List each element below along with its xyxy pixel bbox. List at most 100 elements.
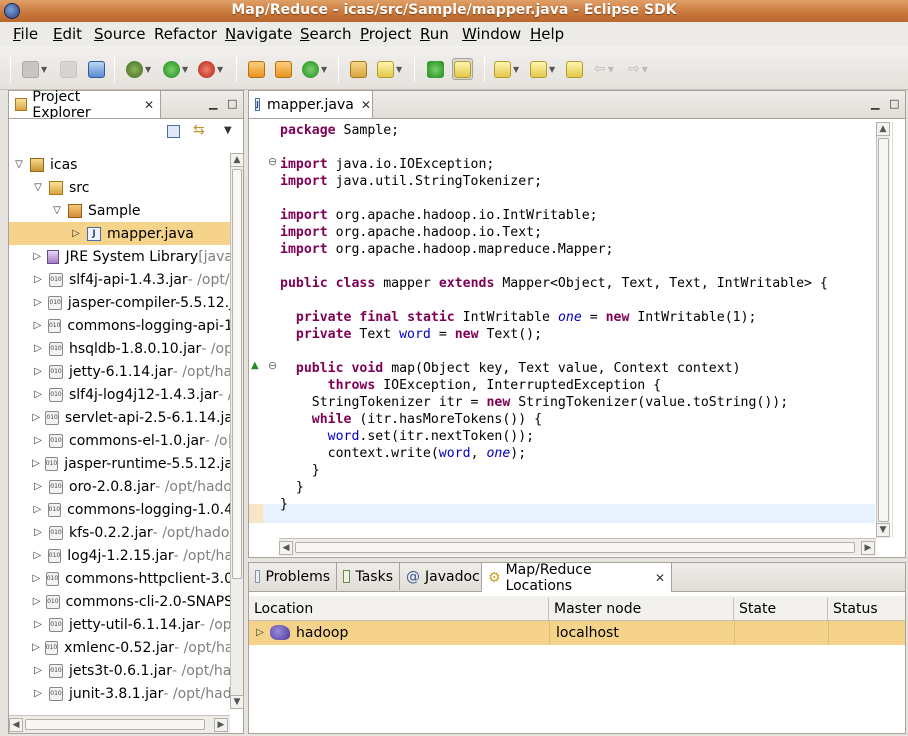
tree-item[interactable]: ▷ 010 commons-el-1.0.jar - /o| (9, 429, 233, 452)
menu-file[interactable]: File (13, 25, 38, 43)
tree-item[interactable]: ▽ Sample (9, 199, 233, 222)
tree-item[interactable]: ▷ 010 log4j-1.2.15.jar - /opt/ha (9, 544, 233, 567)
tree-item[interactable]: ▷ 010 jetty-6.1.14.jar - /opt/ha (9, 360, 233, 383)
collapsed-arrow-icon[interactable]: ▷ (32, 435, 44, 446)
debug-button[interactable]: ▼ (126, 58, 151, 80)
minimize-icon[interactable]: ▁ (871, 97, 879, 110)
collapsed-arrow-icon[interactable]: ▷ (32, 504, 43, 515)
menu-search[interactable]: Search (300, 25, 352, 43)
tree-item[interactable]: ▷ 010 commons-logging-1.0.4 (9, 498, 233, 521)
collapsed-arrow-icon[interactable]: ▷ (32, 389, 44, 400)
column-header-status[interactable]: Status (828, 598, 905, 620)
scroll-thumb[interactable] (295, 542, 855, 553)
expanded-arrow-icon[interactable]: ▽ (32, 182, 44, 193)
scroll-left-icon[interactable]: ◀ (279, 541, 293, 555)
minimize-icon[interactable]: ▁ (209, 97, 217, 110)
new-package-button[interactable] (275, 58, 292, 80)
tree-item[interactable]: ▷ Jmapper.java (9, 222, 233, 245)
run-button[interactable]: ▼ (163, 58, 188, 80)
tree-item[interactable]: ▷ 010 jasper-runtime-5.5.12.ja (9, 452, 233, 475)
tree-item[interactable]: ▷ 010 slf4j-api-1.4.3.jar - /opt/ (9, 268, 233, 291)
collapsed-arrow-icon[interactable]: ▷ (32, 573, 41, 584)
tree-item[interactable]: ▽ src (9, 176, 233, 199)
previous-annotation-button[interactable]: ▼ (530, 58, 555, 80)
tree-item[interactable]: ▽ icas (9, 153, 233, 176)
expanded-arrow-icon[interactable]: ▽ (51, 205, 63, 216)
collapsed-arrow-icon[interactable]: ▷ (32, 366, 44, 377)
scroll-thumb[interactable] (232, 169, 242, 579)
collapsed-arrow-icon[interactable]: ▷ (32, 481, 44, 492)
close-icon[interactable]: ✕ (144, 98, 154, 112)
fold-collapse-icon[interactable]: ⊖ (268, 155, 277, 168)
tree-item[interactable]: ▷ 010 jasper-compiler-5.5.12.j (9, 291, 233, 314)
tree-item[interactable]: ▷ JRE System Library [java (9, 245, 233, 268)
new-class-button[interactable]: ▼ (302, 58, 327, 80)
collapsed-arrow-icon[interactable]: ▷ (70, 228, 82, 239)
menu-project[interactable]: Project (360, 25, 411, 43)
next-annotation-button[interactable]: ▼ (494, 58, 519, 80)
menu-edit[interactable]: Edit (53, 25, 82, 43)
tree-item[interactable]: ▷ 010 slf4j-log4j12-1.4.3.jar - / (9, 383, 233, 406)
tab-project-explorer[interactable]: Project Explorer ✕ (9, 89, 161, 121)
scroll-right-icon[interactable]: ▶ (861, 541, 875, 555)
last-edit-location-button[interactable] (566, 58, 583, 80)
collapsed-arrow-icon[interactable]: ▷ (32, 274, 44, 285)
print-button[interactable] (88, 58, 105, 80)
tab-mapreduce-locations[interactable]: ⚙ Map/Reduce Locations ✕ (482, 562, 672, 594)
back-button[interactable]: ⇦ ▼ (594, 58, 614, 80)
view-menu-icon[interactable]: ▼ (224, 125, 232, 136)
fold-collapse-icon[interactable]: ⊖ (268, 359, 277, 372)
tree-item[interactable]: ▷ 010 servlet-api-2.5-6.1.14.ja (9, 406, 233, 429)
tree-item[interactable]: ▷ 010 commons-cli-2.0-SNAPS (9, 590, 233, 613)
toggle-mark-occurrences-button[interactable] (427, 58, 444, 80)
column-header-location[interactable]: Location (249, 598, 549, 620)
tab-tasks[interactable]: Tasks (337, 563, 400, 590)
collapsed-arrow-icon[interactable]: ▷ (32, 619, 44, 630)
tab-javadoc[interactable]: @ Javadoc (400, 563, 482, 590)
open-type-button[interactable] (350, 58, 367, 80)
forward-button[interactable]: ⇨ ▼ (628, 58, 648, 80)
column-header-state[interactable]: State (734, 598, 828, 620)
tree-item[interactable]: ▷ 010 oro-2.0.8.jar - /opt/hado (9, 475, 233, 498)
menu-help[interactable]: Help (530, 25, 564, 43)
collapsed-arrow-icon[interactable]: ▷ (32, 297, 43, 308)
collapsed-arrow-icon[interactable]: ▷ (32, 596, 41, 607)
collapsed-arrow-icon[interactable]: ▷ (32, 527, 44, 538)
close-icon[interactable]: ✕ (655, 571, 665, 585)
collapsed-arrow-icon[interactable]: ▷ (32, 343, 44, 354)
editor-vertical-scrollbar[interactable]: ▲ ▼ (876, 122, 890, 538)
menu-run[interactable]: Run (420, 25, 449, 43)
tree-item[interactable]: ▷ 010 junit-3.8.1.jar - /opt/had (9, 682, 233, 705)
tree-item[interactable]: ▷ 010 jetty-util-6.1.14.jar - /op (9, 613, 233, 636)
collapse-all-icon[interactable] (167, 125, 180, 138)
tree-item[interactable]: ▷ 010 xmlenc-0.52.jar - /opt/ha (9, 636, 233, 659)
scroll-up-icon[interactable]: ▲ (876, 122, 890, 136)
scroll-down-icon[interactable]: ▼ (876, 523, 890, 537)
search-button[interactable]: ▼ (377, 58, 402, 80)
editor-horizontal-scrollbar[interactable]: ◀ ▶ (279, 538, 876, 556)
close-icon[interactable]: ✕ (361, 98, 371, 112)
explorer-vertical-scrollbar[interactable]: ▲ ▼ (230, 153, 244, 709)
scroll-right-icon[interactable]: ▶ (214, 718, 228, 732)
collapsed-arrow-icon[interactable]: ▷ (32, 320, 43, 331)
collapsed-arrow-icon[interactable]: ▷ (32, 550, 43, 561)
tree-item[interactable]: ▷ 010 hsqldb-1.8.0.10.jar - /op (9, 337, 233, 360)
menu-navigate[interactable]: Navigate (225, 25, 292, 43)
scroll-thumb[interactable] (25, 719, 205, 730)
tree-item[interactable]: ▷ 010 jets3t-0.6.1.jar - /opt/ha (9, 659, 233, 682)
link-with-editor-icon[interactable]: ⇆ (193, 122, 205, 138)
collapsed-arrow-icon[interactable]: ▷ (32, 412, 40, 423)
explorer-horizontal-scrollbar[interactable]: ◀ ▶ (9, 715, 230, 733)
expanded-arrow-icon[interactable]: ▽ (13, 159, 25, 170)
maximize-icon[interactable]: □ (227, 97, 237, 110)
save-button[interactable] (60, 58, 77, 80)
collapsed-arrow-icon[interactable]: ▷ (32, 458, 40, 469)
menu-source[interactable]: Source (94, 25, 146, 43)
new-java-project-button[interactable] (248, 58, 265, 80)
tree-item[interactable]: ▷ 010 commons-httpclient-3.0 (9, 567, 234, 590)
maximize-icon[interactable]: □ (889, 97, 899, 110)
collapsed-arrow-icon[interactable]: ▷ (32, 665, 44, 676)
tree-item[interactable]: ▷ 010 commons-logging-api-1 (9, 314, 233, 337)
collapsed-arrow-icon[interactable]: ▷ (32, 688, 44, 699)
toggle-highlight-button[interactable] (452, 58, 473, 80)
